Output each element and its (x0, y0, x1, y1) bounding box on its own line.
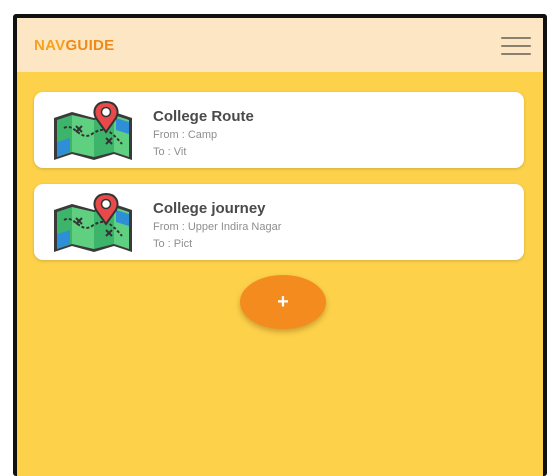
route-card[interactable]: College journey From : Upper Indira Naga… (34, 184, 524, 260)
map-icon (54, 192, 132, 252)
route-from: From : Upper Indira Nagar (153, 221, 282, 233)
app-bar: NAVGUIDE (17, 18, 543, 72)
app-title: NAVGUIDE (34, 37, 115, 54)
app-screen: NAVGUIDE College Route From : Camp To : … (17, 18, 543, 476)
route-to: To : Pict (153, 238, 193, 250)
route-to: To : Vit (153, 146, 187, 158)
route-card[interactable]: College Route From : Camp To : Vit (34, 92, 524, 168)
add-route-button[interactable]: + (240, 275, 326, 329)
map-icon (54, 100, 132, 160)
route-title: College journey (153, 200, 266, 217)
menu-icon[interactable] (501, 37, 531, 55)
route-title: College Route (153, 108, 254, 125)
route-from: From : Camp (153, 129, 218, 141)
